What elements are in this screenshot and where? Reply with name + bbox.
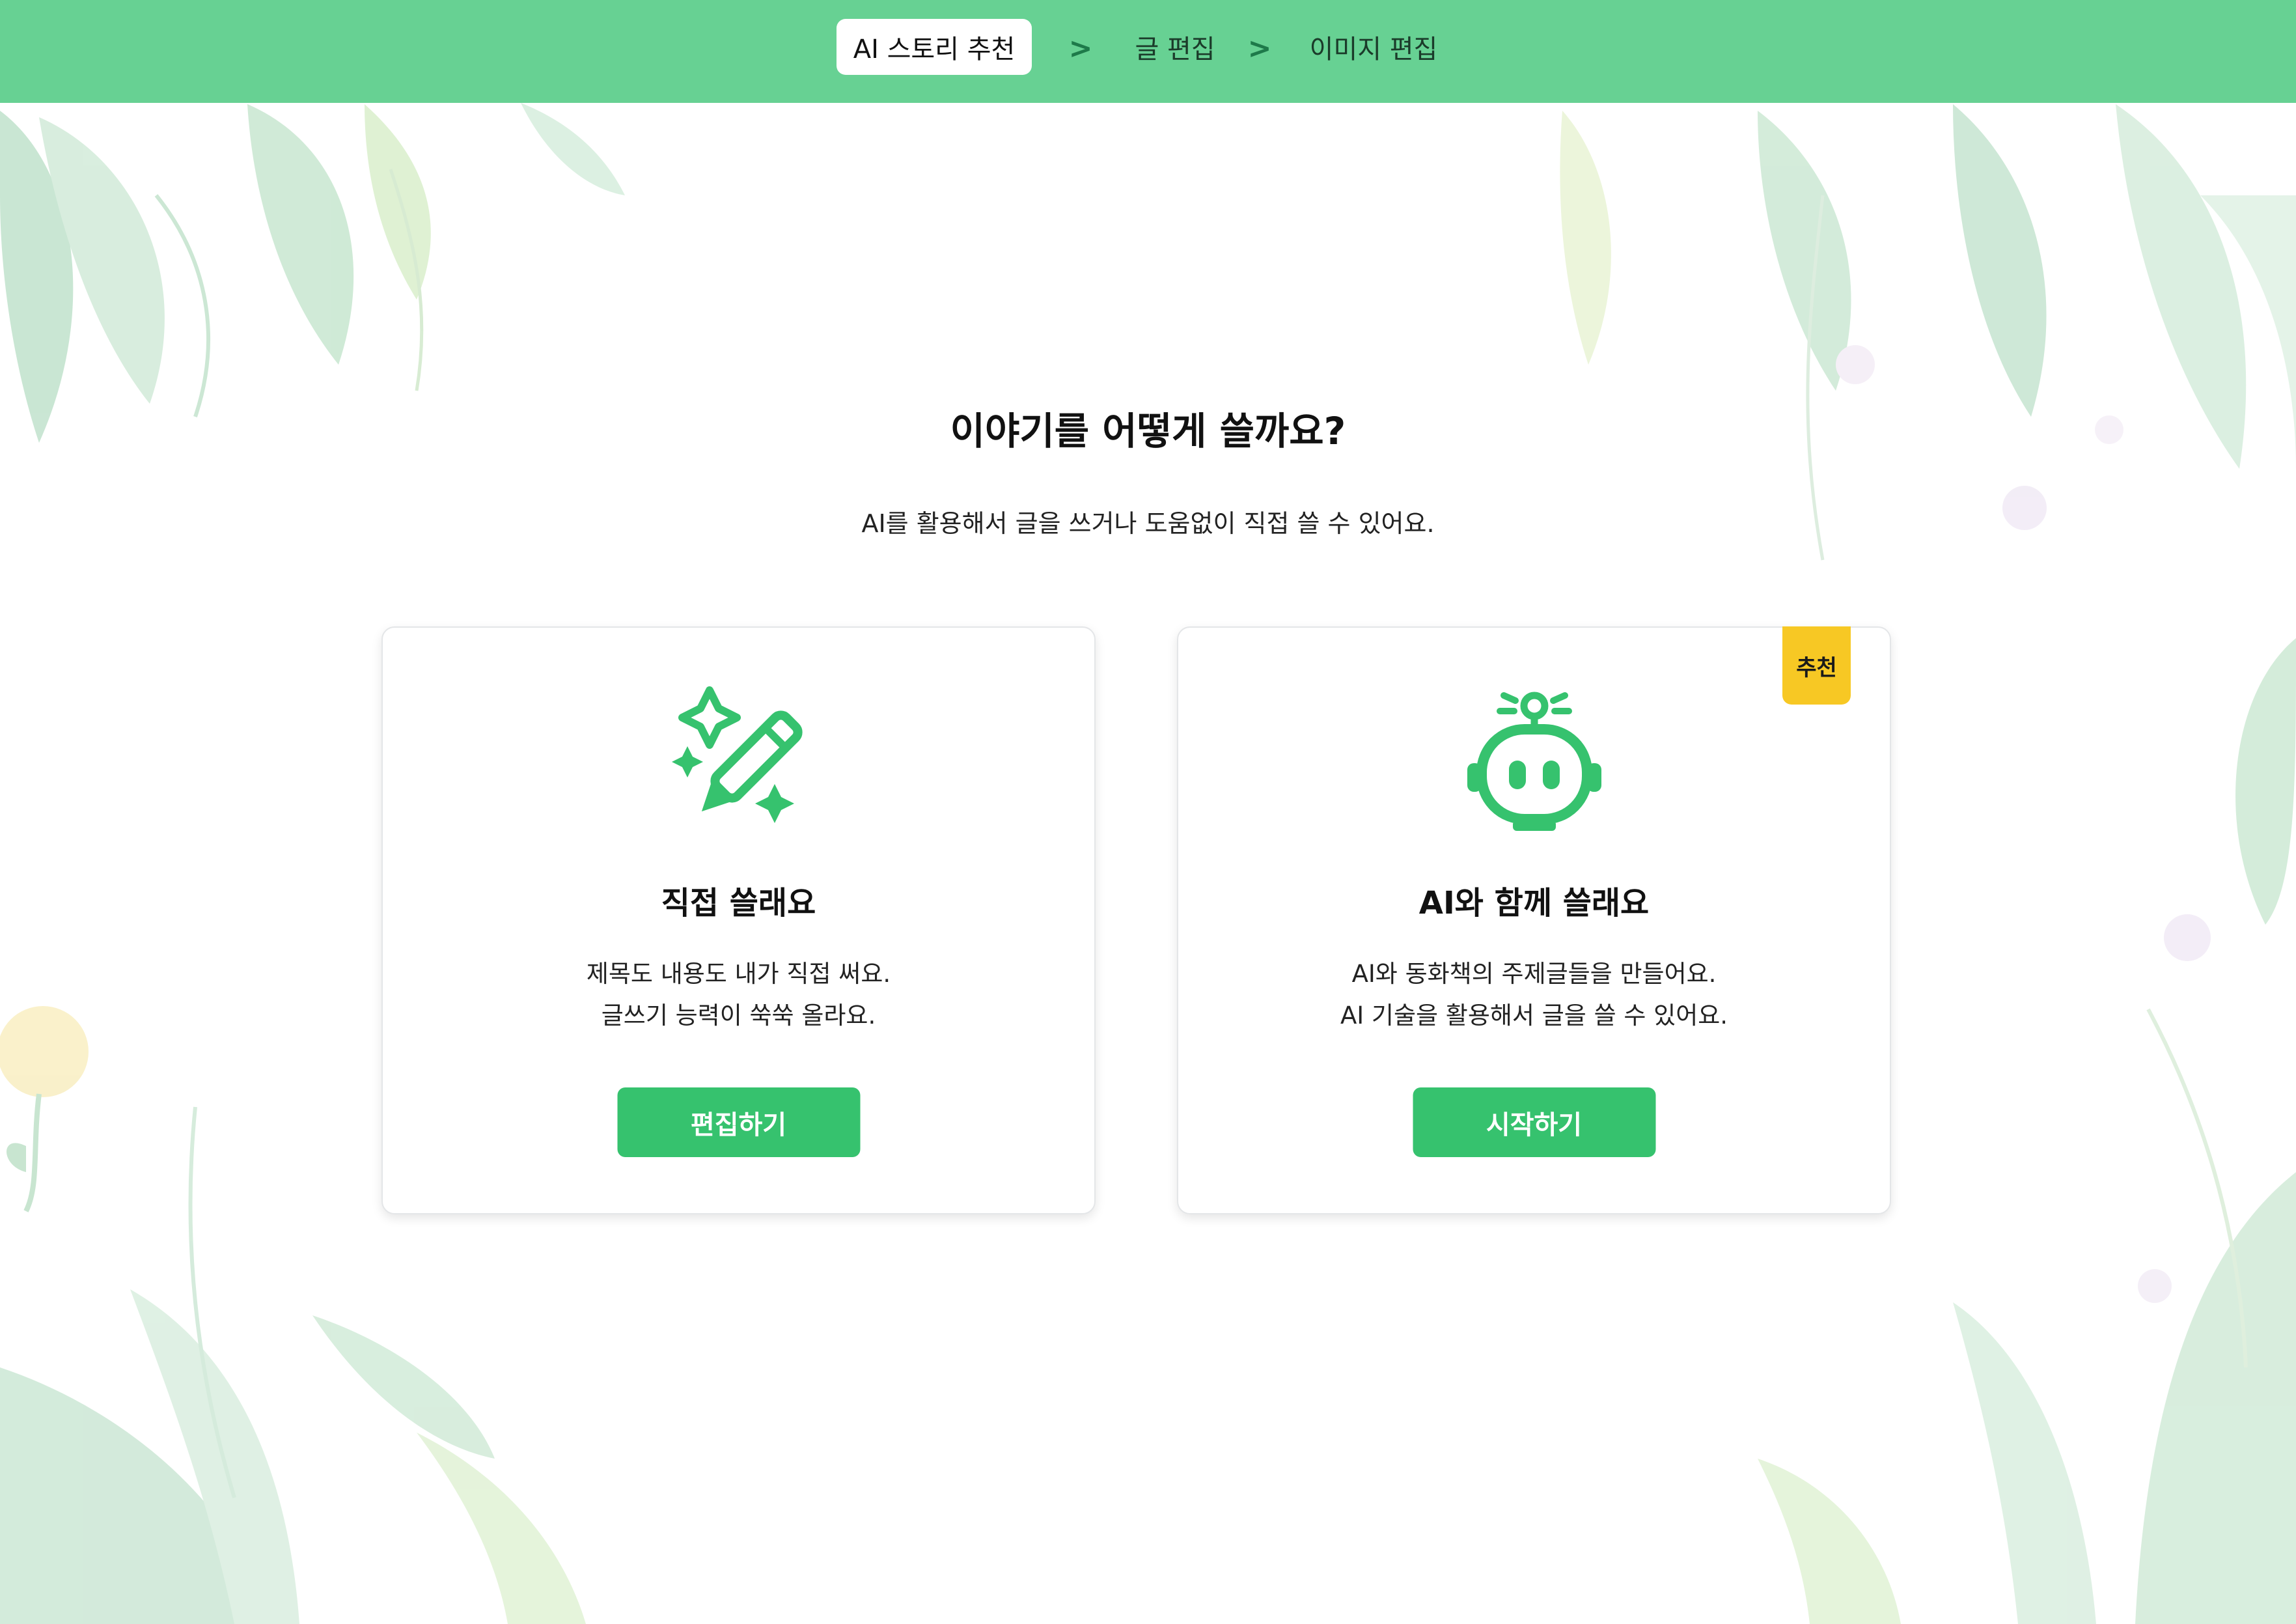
write-with-ai-card: 추천 AI와 함께 쓸래요 AI와 동화책의 주제글들을 만들어요. AI 기술… [1177,626,1891,1214]
step-label: 이미지 편집 [1309,35,1438,64]
card-title: AI와 함께 쓸래요 [1418,885,1650,921]
recommended-badge: 추천 [1782,626,1851,705]
card-description: 제목도 내용도 내가 직접 써요. 글쓰기 능력이 쑥쑥 올라요. [383,953,1094,1037]
robot-icon [1467,692,1601,831]
card-title: 직접 쓸래요 [661,885,816,921]
step-ai-story-recommend[interactable]: AI 스토리 추천 [837,19,1032,75]
chevron-right-icon: > [1068,31,1093,65]
card-description-line: 제목도 내용도 내가 직접 써요. [586,960,891,988]
page-title: 이야기를 어떻게 쓸까요? [950,409,1346,453]
step-image-edit[interactable]: 이미지 편집 [1302,19,1445,75]
step-label: 글 편집 [1135,35,1215,64]
step-label: AI 스토리 추천 [853,35,1016,64]
botanical-background [0,103,2296,1624]
chevron-right-icon: > [1247,31,1272,65]
card-description-line: AI 기술을 활용해서 글을 쓸 수 있어요. [1340,1001,1728,1029]
step-text-edit[interactable]: 글 편집 [1126,19,1224,75]
step-navigation-bar: AI 스토리 추천 > 글 편집 > 이미지 편집 [0,0,2296,103]
card-description-line: 글쓰기 능력이 쑥쑥 올라요. [601,1001,876,1029]
page-subtitle: AI를 활용해서 글을 쓰거나 도움없이 직접 쓸 수 있어요. [861,509,1435,538]
start-button[interactable]: 시작하기 [1413,1087,1655,1157]
edit-button[interactable]: 편집하기 [617,1087,860,1157]
magic-pencil-icon [671,686,803,823]
write-myself-card: 직접 쓸래요 제목도 내용도 내가 직접 써요. 글쓰기 능력이 쑥쑥 올라요.… [381,626,1096,1214]
card-description: AI와 동화책의 주제글들을 만들어요. AI 기술을 활용해서 글을 쓸 수 … [1178,953,1890,1037]
card-description-line: AI와 동화책의 주제글들을 만들어요. [1351,960,1717,988]
